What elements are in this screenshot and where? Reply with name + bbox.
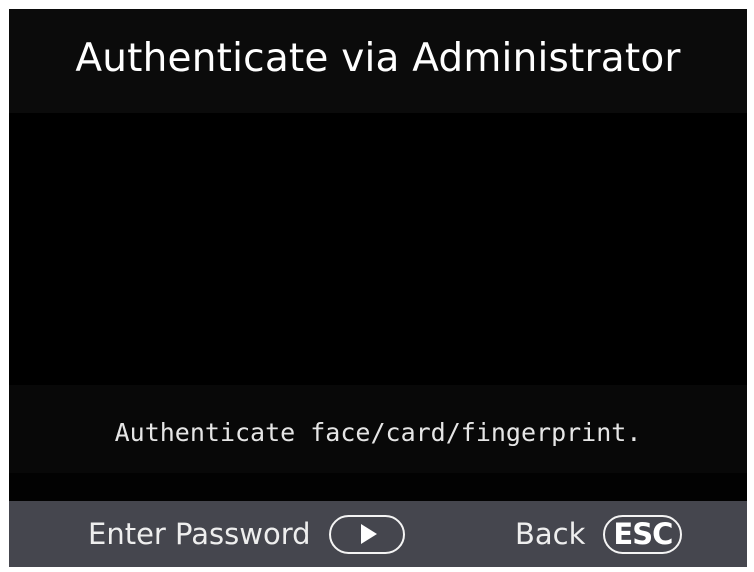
authentication-instruction: Authenticate face/card/fingerprint. xyxy=(114,417,642,447)
page-title: Authenticate via Administrator xyxy=(75,35,681,81)
play-triangle-icon xyxy=(360,524,377,544)
play-right-icon[interactable] xyxy=(328,514,405,554)
instruction-band: Authenticate face/card/fingerprint. xyxy=(9,385,747,473)
enter-password-button[interactable]: Enter Password xyxy=(88,501,405,567)
enter-password-label: Enter Password xyxy=(88,517,311,551)
authentication-screen: Authenticate via Administrator Authentic… xyxy=(9,9,747,567)
device-frame: Authenticate via Administrator Authentic… xyxy=(0,0,754,572)
back-label: Back xyxy=(515,517,586,551)
title-bar: Authenticate via Administrator xyxy=(9,9,747,113)
back-button[interactable]: Back ESC xyxy=(515,501,683,567)
esc-key-icon[interactable]: ESC xyxy=(603,514,683,554)
softkey-footer: Enter Password Back ESC xyxy=(9,501,747,567)
